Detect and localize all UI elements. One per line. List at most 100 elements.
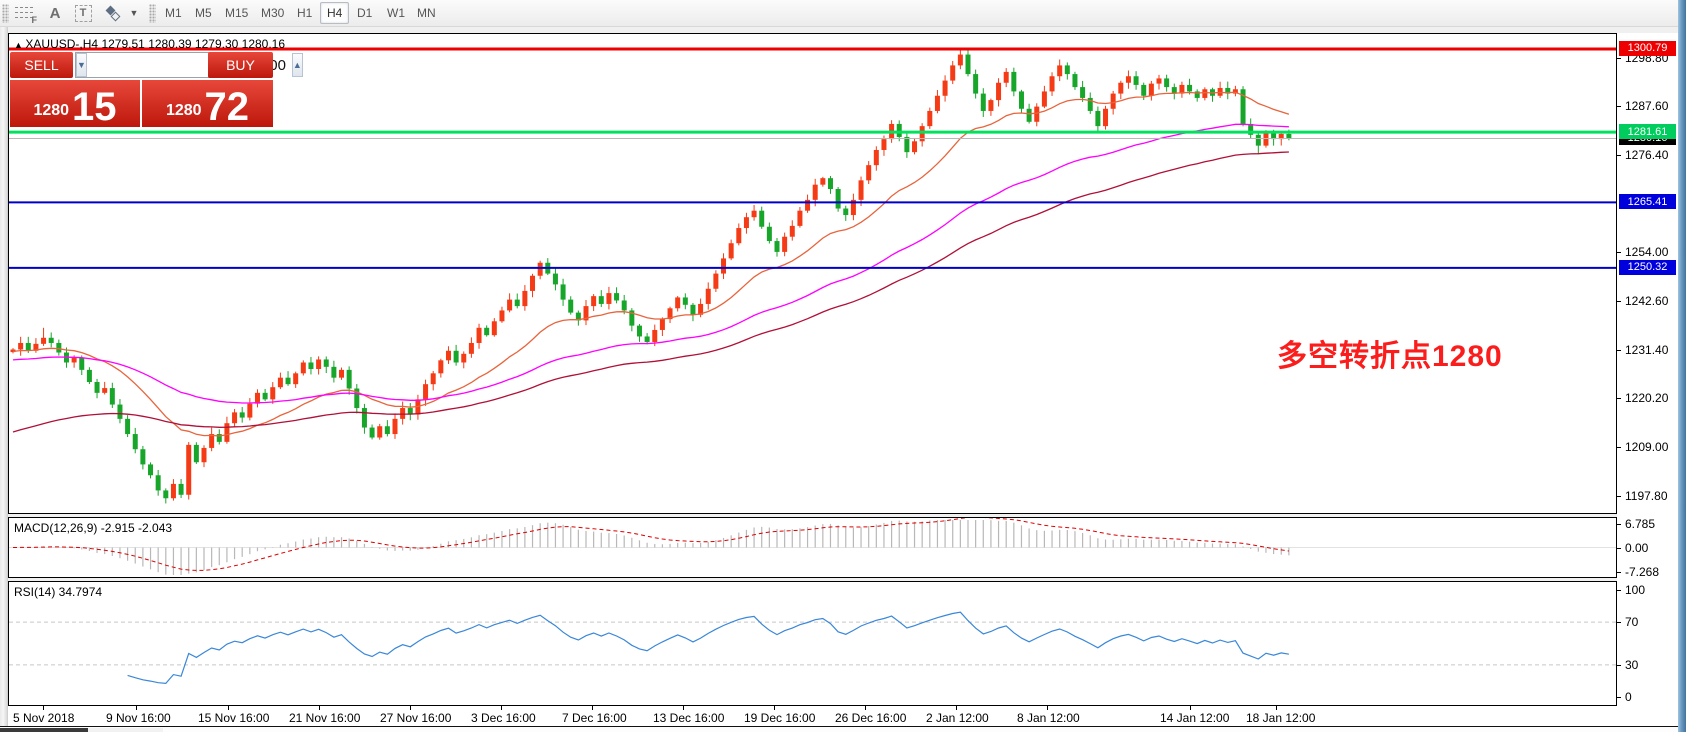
date-label: 3 Dec 16:00 (471, 711, 536, 725)
axis-tick-label: -7.268 (1625, 565, 1659, 579)
price-level-badge: 1281.61 (1619, 124, 1676, 139)
timeframe-button-m15[interactable]: M15 (218, 2, 255, 24)
date-label: 19 Dec 16:00 (744, 711, 815, 725)
buy-button[interactable]: BUY (208, 52, 273, 78)
date-label: 26 Dec 16:00 (835, 711, 906, 725)
date-tick-mark (319, 706, 320, 710)
text-label-icon: T (75, 5, 92, 22)
axis-tick-mark (1617, 58, 1621, 59)
axis-tick-mark (1617, 496, 1621, 497)
annotation-text: 多空转折点1280 (1277, 331, 1503, 375)
date-tick-mark (43, 706, 44, 710)
fibonacci-icon-letter: F (32, 15, 38, 25)
axis-tick-mark (1617, 155, 1621, 156)
volume-increase-button[interactable]: ▲ (292, 53, 303, 77)
text-tool-button[interactable]: A (45, 2, 65, 24)
axis-tick-mark (1617, 252, 1621, 253)
buy-price-main: 1280 (166, 103, 202, 119)
timeframe-button-w1[interactable]: W1 (380, 2, 412, 24)
rsi-panel[interactable]: RSI(14) 34.7974 (8, 581, 1617, 706)
axis-tick-mark (1617, 447, 1621, 448)
sell-button[interactable]: SELL (10, 52, 73, 78)
date-label: 15 Nov 16:00 (198, 711, 269, 725)
date-tick-mark (501, 706, 502, 710)
axis-tick-label: 1197.80 (1625, 489, 1668, 503)
horizontal-scrollbar (0, 726, 1678, 732)
macd-plot[interactable] (9, 518, 1616, 577)
date-tick-mark (136, 706, 137, 710)
macd-panel[interactable]: MACD(12,26,9) -2.915 -2.043 (8, 517, 1617, 578)
timeframe-button-h4[interactable]: H4 (320, 2, 349, 24)
scrollbar-track (88, 728, 163, 732)
one-click-trading-widget: SELL ▼ ▲ BUY 1280 15 1280 72 (10, 52, 273, 127)
date-label: 7 Dec 16:00 (562, 711, 627, 725)
price-axis[interactable]: 1298.801287.601276.401254.001242.601231.… (1617, 33, 1678, 706)
timeframe-button-m1[interactable]: M1 (158, 2, 189, 24)
ohlc-close: 1280.16 (242, 37, 285, 51)
volume-decrease-button[interactable]: ▼ (76, 53, 87, 77)
axis-tick-mark (1617, 301, 1621, 302)
text-label-tool-button[interactable]: T (73, 2, 93, 24)
date-label: 18 Jan 12:00 (1246, 711, 1315, 725)
axis-tick-mark (1617, 106, 1621, 107)
timeframe-button-h1[interactable]: H1 (290, 2, 319, 24)
date-tick-mark (956, 706, 957, 710)
date-label: 5 Nov 2018 (13, 711, 74, 725)
axis-tick-label: 1276.40 (1625, 148, 1668, 162)
date-tick-mark (774, 706, 775, 710)
axis-tick-label: 70 (1625, 615, 1638, 629)
timeframe-button-m30[interactable]: M30 (254, 2, 291, 24)
date-axis[interactable]: 5 Nov 20189 Nov 16:0015 Nov 16:0021 Nov … (8, 706, 1678, 727)
axis-tick-label: 30 (1625, 658, 1638, 672)
ohlc-low: 1279.30 (195, 37, 238, 51)
axis-tick-label: 1209.00 (1625, 440, 1668, 454)
axis-tick-label: 1242.60 (1625, 294, 1668, 308)
sell-price-button[interactable]: 1280 15 (10, 80, 140, 127)
timeframe-button-m5[interactable]: M5 (188, 2, 219, 24)
chevron-down-icon: ▼ (130, 8, 139, 18)
rsi-plot[interactable] (9, 582, 1616, 705)
timeframe-button-mn[interactable]: MN (410, 2, 443, 24)
scrollbar-thumb[interactable] (0, 728, 88, 732)
date-label: 9 Nov 16:00 (106, 711, 171, 725)
text-icon: A (50, 5, 61, 22)
toolbar-grip[interactable] (2, 4, 9, 23)
date-tick-mark (865, 706, 866, 710)
date-tick-mark (228, 706, 229, 710)
date-tick-mark (683, 706, 684, 710)
axis-tick-mark (1617, 665, 1621, 666)
price-level-badge: 1265.41 (1619, 194, 1676, 209)
date-label: 13 Dec 16:00 (653, 711, 724, 725)
date-label: 14 Jan 12:00 (1160, 711, 1229, 725)
date-label: 27 Nov 16:00 (380, 711, 451, 725)
sell-price-main: 1280 (33, 103, 69, 119)
toolbar: F A T ▼ M1M5M15M30H1H4D1W1MN (0, 0, 1686, 27)
price-level-badge: 1300.79 (1619, 41, 1676, 56)
axis-tick-label: 6.785 (1625, 517, 1655, 531)
arrows-dropdown-button[interactable]: ▼ (128, 2, 140, 24)
axis-tick-mark (1617, 697, 1621, 698)
macd-label: MACD(12,26,9) -2.915 -2.043 (14, 521, 172, 535)
axis-tick-label: 0.00 (1625, 541, 1648, 555)
axis-tick-mark (1617, 572, 1621, 573)
date-tick-mark (1276, 706, 1277, 710)
triangle-icon: ▲ (14, 40, 25, 50)
axis-tick-label: 1231.40 (1625, 343, 1668, 357)
axis-tick-mark (1617, 590, 1621, 591)
sell-price-pips: 15 (72, 90, 117, 124)
buy-price-pips: 72 (205, 90, 250, 124)
ohlc-open: 1279.51 (101, 37, 144, 51)
rsi-label: RSI(14) 34.7974 (14, 585, 102, 599)
axis-tick-mark (1617, 622, 1621, 623)
axis-tick-label: 1287.60 (1625, 99, 1668, 113)
symbol-header: ▲ XAUUSD-,H4 1279.51 1280.39 1279.30 128… (14, 37, 285, 51)
arrows-tool-button[interactable] (101, 2, 125, 24)
fibonacci-tool-button[interactable]: F (13, 2, 35, 24)
window-left-edge (0, 27, 8, 732)
toolbar-grip-2[interactable] (149, 4, 156, 23)
buy-price-button[interactable]: 1280 72 (142, 80, 273, 127)
timeframe-button-d1[interactable]: D1 (350, 2, 379, 24)
date-tick-mark (410, 706, 411, 710)
date-tick-mark (1190, 706, 1191, 710)
date-label: 8 Jan 12:00 (1017, 711, 1080, 725)
